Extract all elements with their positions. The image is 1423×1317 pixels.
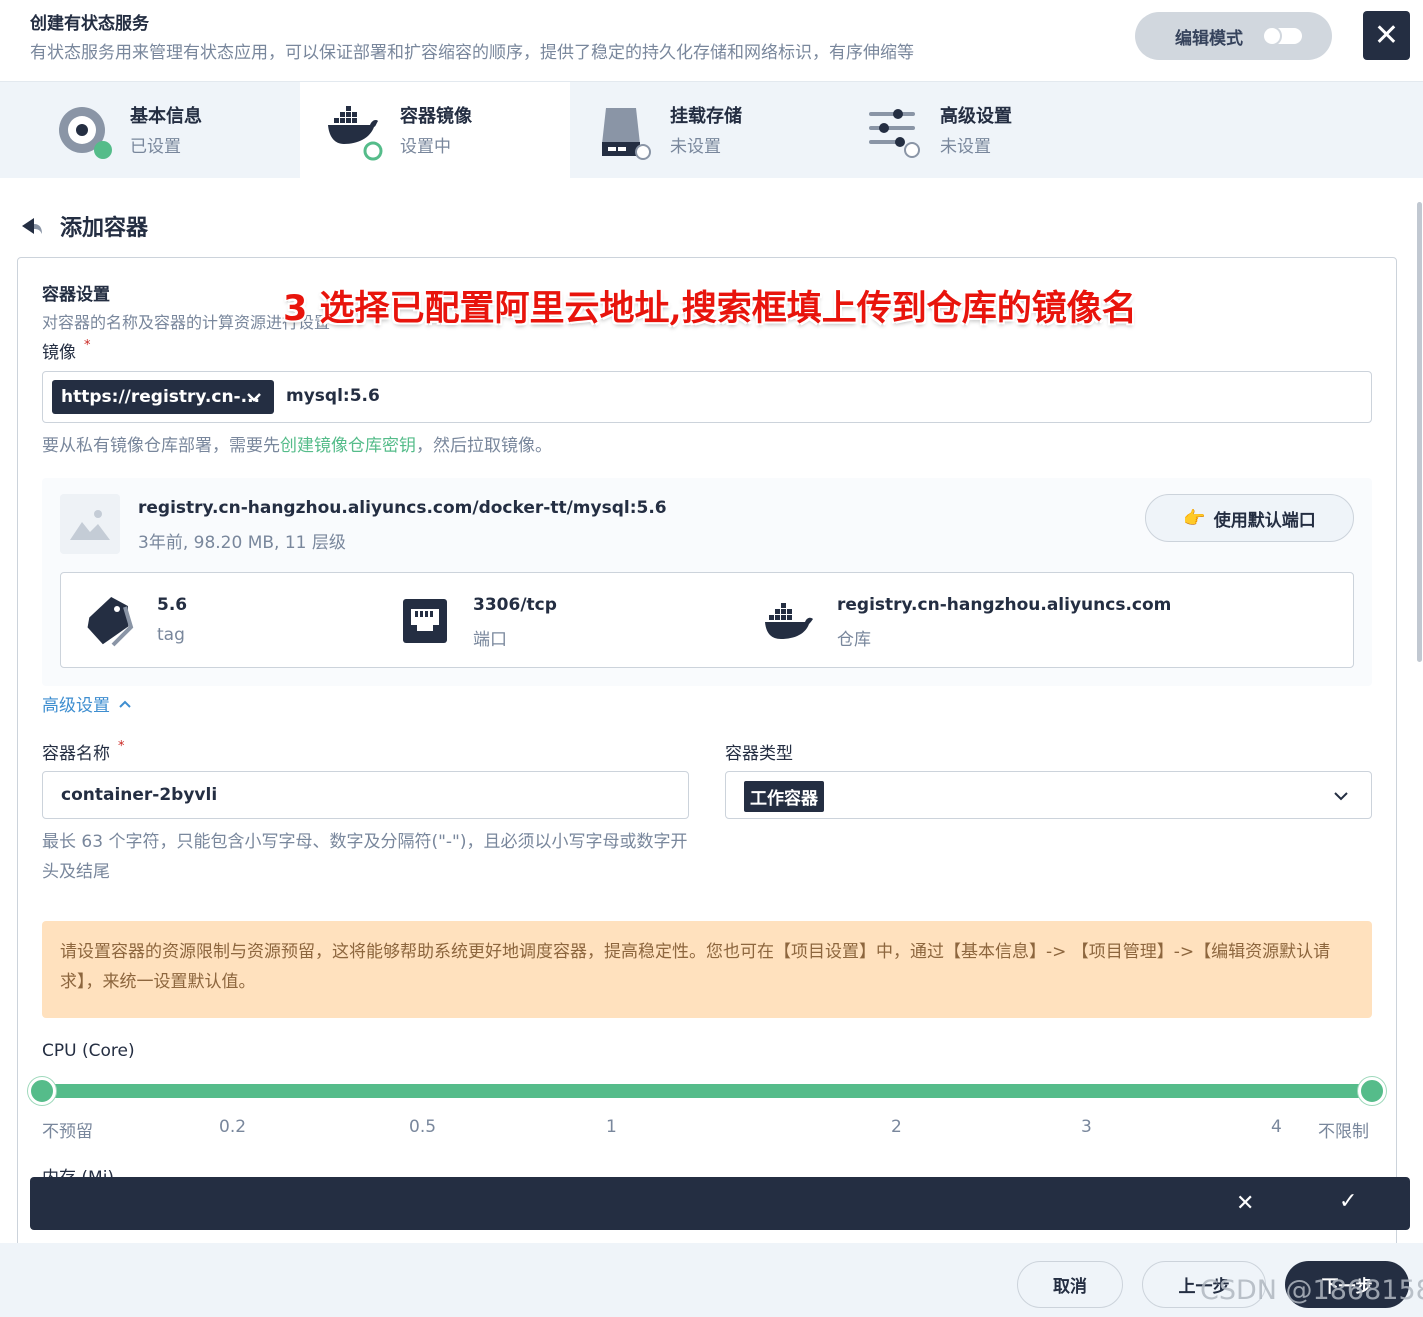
section-title: 容器设置 xyxy=(42,285,110,305)
step-state: 未设置 xyxy=(670,137,721,157)
step-container-image[interactable]: 容器镜像 设置中 xyxy=(300,82,570,178)
container-name-label: 容器名称 * xyxy=(42,739,125,764)
image-label-text: 镜像 xyxy=(42,343,76,363)
cancel-icon[interactable]: ✕ xyxy=(1236,1191,1254,1216)
cpu-slider[interactable] xyxy=(28,1077,1386,1105)
container-name-hint: 最长 63 个字符，只能包含小写字母、数字及分隔符("-")，且必须以小写字母或… xyxy=(42,832,688,882)
image-details-box: 5.6 tag 3306/tcp 端口 registry.cn-hangzhou… xyxy=(60,572,1354,668)
modal-description: 有状态服务用来管理有状态应用，可以保证部署和扩容缩容的顺序，提供了稳定的持久化存… xyxy=(30,43,914,63)
chevron-down-icon xyxy=(247,393,261,402)
cpu-slider-handle-min[interactable] xyxy=(28,1077,56,1105)
cpu-label: CPU (Core) xyxy=(42,1041,135,1061)
container-type-select[interactable]: 工作容器 xyxy=(725,771,1372,819)
cpu-slider-track[interactable] xyxy=(42,1084,1372,1098)
cpu-tick-label: 4 xyxy=(1271,1117,1282,1137)
default-port-label: 使用默认端口 xyxy=(1213,510,1316,531)
step-name: 基本信息 xyxy=(130,106,202,127)
repo-value: registry.cn-hangzhou.aliyuncs.com xyxy=(837,595,1172,615)
step-state: 已设置 xyxy=(130,137,181,157)
cpu-tick-label: 不限制 xyxy=(1318,1122,1369,1142)
step-mount-storage[interactable]: 挂载存储 未设置 xyxy=(570,82,840,178)
ethernet-port-icon xyxy=(403,599,447,643)
disk-icon xyxy=(59,107,112,159)
use-default-port-button[interactable]: 👉 使用默认端口 xyxy=(1145,494,1354,542)
chevron-up-icon xyxy=(119,700,131,708)
registry-select[interactable]: https://registry.cn-... xyxy=(52,380,274,414)
hint-suffix: ，然后拉取镜像。 xyxy=(416,436,552,456)
required-mark: * xyxy=(84,338,91,353)
confirm-bar: ✕ ✓ xyxy=(30,1177,1410,1230)
sliders-icon xyxy=(869,109,920,158)
advanced-settings-toggle[interactable]: 高级设置 xyxy=(42,691,132,716)
hint-prefix: 要从私有镜像仓库部署，需要先 xyxy=(42,436,280,456)
edit-mode-toggle[interactable]: 编辑模式 xyxy=(1135,12,1332,60)
watermark: CSDN @1868158 xyxy=(1200,1275,1423,1306)
container-name-value: container-2byvli xyxy=(61,785,218,805)
page-title: 添加容器 xyxy=(60,216,149,241)
scrollbar[interactable] xyxy=(1415,178,1423,1243)
docker-icon xyxy=(328,106,383,161)
cpu-tick-label: 1 xyxy=(606,1117,617,1137)
cpu-tick-label: 不预留 xyxy=(42,1122,93,1142)
image-full-name: registry.cn-hangzhou.aliyuncs.com/docker… xyxy=(138,498,667,518)
step-name: 挂载存储 xyxy=(670,106,742,127)
image-placeholder-icon xyxy=(60,494,120,554)
advanced-settings-label: 高级设置 xyxy=(42,696,110,716)
modal-header: 创建有状态服务 有状态服务用来管理有状态应用，可以保证部署和扩容缩容的顺序，提供… xyxy=(0,0,1423,82)
scrollbar-thumb[interactable] xyxy=(1417,202,1422,662)
tag-label: tag xyxy=(157,625,185,645)
cancel-button[interactable]: 取消 xyxy=(1017,1261,1123,1308)
image-name-value[interactable]: mysql:5.6 xyxy=(286,386,380,406)
chevron-down-icon xyxy=(1334,792,1348,801)
pointing-hand-icon: 👉 xyxy=(1183,507,1206,529)
private-registry-hint: 要从私有镜像仓库部署，需要先创建镜像仓库密钥，然后拉取镜像。 xyxy=(42,431,552,456)
image-meta: 3年前, 98.20 MB, 11 层级 xyxy=(138,533,346,553)
resource-warning: 请设置容器的资源限制与资源预留，这将能够帮助系统更好地调度容器，提高稳定性。您也… xyxy=(42,921,1372,1018)
back-arrow-icon[interactable] xyxy=(20,215,46,237)
storage-icon xyxy=(602,108,651,160)
image-label: 镜像 * xyxy=(42,338,91,363)
annotation-text: 选择已配置阿里云地址,搜索框填上传到仓库的镜像名 xyxy=(319,288,1137,329)
container-type-label: 容器类型 xyxy=(725,744,793,764)
back-row[interactable]: 添加容器 xyxy=(20,210,148,242)
container-name-label-text: 容器名称 xyxy=(42,744,110,764)
tag-icon xyxy=(87,597,134,647)
repo-label: 仓库 xyxy=(837,630,871,650)
container-type-value: 工作容器 xyxy=(744,781,824,812)
step-name: 容器镜像 xyxy=(400,106,472,127)
port-value: 3306/tcp xyxy=(473,595,557,615)
container-name-input[interactable]: container-2byvli xyxy=(42,771,689,819)
toggle-switch-icon[interactable] xyxy=(1262,26,1302,46)
image-search-input[interactable]: https://registry.cn-... mysql:5.6 xyxy=(42,371,1372,423)
edit-mode-label: 编辑模式 xyxy=(1175,28,1243,49)
port-label: 端口 xyxy=(473,630,507,650)
create-secret-link[interactable]: 创建镜像仓库密钥 xyxy=(280,436,416,456)
annotation-number: 3 xyxy=(283,289,308,329)
tag-value: 5.6 xyxy=(157,595,188,615)
close-button[interactable]: ✕ xyxy=(1363,11,1410,60)
step-name: 高级设置 xyxy=(940,106,1012,127)
cpu-tick-label: 2 xyxy=(891,1117,902,1137)
cpu-tick-label: 0.5 xyxy=(409,1117,437,1137)
annotation-overlay: 3 选择已配置阿里云地址,搜索框填上传到仓库的镜像名 xyxy=(283,280,1137,331)
modal-title: 创建有状态服务 xyxy=(30,14,149,34)
steps-bar: 基本信息 已设置 容器镜像 设置中 挂载存储 未设置 高级设置 未设置 xyxy=(0,82,1423,178)
step-state: 未设置 xyxy=(940,137,991,157)
close-icon: ✕ xyxy=(1373,18,1400,53)
container-settings-panel: 容器设置 对容器的名称及容器的计算资源进行设置 3 选择已配置阿里云地址,搜索框… xyxy=(17,257,1397,1243)
confirm-icon[interactable]: ✓ xyxy=(1339,1189,1357,1214)
cpu-tick-label: 3 xyxy=(1081,1117,1092,1137)
cpu-tick-label: 0.2 xyxy=(219,1117,247,1137)
image-info-card: registry.cn-hangzhou.aliyuncs.com/docker… xyxy=(42,478,1372,686)
step-advanced-settings[interactable]: 高级设置 未设置 xyxy=(840,82,1110,178)
required-mark: * xyxy=(118,739,125,754)
registry-selected-value: https://registry.cn-... xyxy=(61,387,260,407)
main-content: 添加容器 容器设置 对容器的名称及容器的计算资源进行设置 3 选择已配置阿里云地… xyxy=(0,178,1415,1243)
docker-icon xyxy=(765,603,813,639)
step-basic-info[interactable]: 基本信息 已设置 xyxy=(0,82,300,178)
cpu-slider-handle-max[interactable] xyxy=(1358,1077,1386,1105)
step-state: 设置中 xyxy=(400,137,451,157)
